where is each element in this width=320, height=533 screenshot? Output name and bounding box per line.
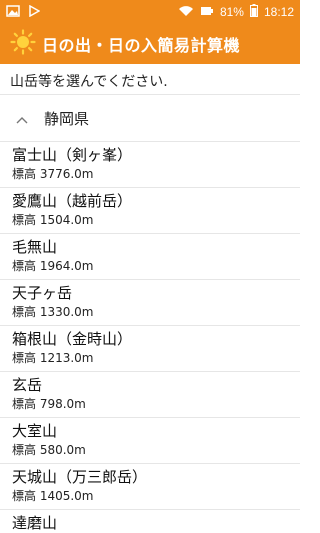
battery-icon: [249, 4, 258, 20]
mountain-elevation: 標高 1405.0m: [12, 489, 94, 503]
mountain-elevation: 標高 798.0m: [12, 397, 86, 411]
mountain-elevation: 標高 1964.0m: [12, 259, 94, 273]
mountain-list-screen[interactable]: 山岳等を選んでください. 静岡県 富士山（剣ヶ峯） 標高 3776.0m 愛鷹山…: [0, 64, 300, 533]
battery-level: 81%: [219, 5, 244, 19]
mountain-name: 天城山（万三郎岳）: [12, 468, 148, 486]
status-bar: 81% 18:12: [0, 0, 300, 24]
list-item[interactable]: 箱根山（金時山） 標高 1213.0m: [0, 326, 300, 372]
list-item[interactable]: 達磨山: [0, 510, 300, 533]
mountain-name: 玄岳: [12, 376, 43, 394]
app-bar: 日の出・日の入簡易計算機: [0, 24, 300, 64]
section-label: 静岡県: [44, 109, 90, 128]
section-header-shizuoka[interactable]: 静岡県: [0, 94, 300, 142]
image-icon: [6, 4, 20, 20]
mountain-name: 愛鷹山（越前岳）: [12, 192, 133, 210]
mountain-elevation: 標高 1213.0m: [12, 351, 94, 365]
mountain-name: 富士山（剣ヶ峯）: [12, 146, 133, 164]
wifi-icon: [178, 5, 194, 20]
clock: 18:12: [263, 5, 294, 19]
mountain-elevation: 標高 580.0m: [12, 443, 86, 457]
list-item[interactable]: 富士山（剣ヶ峯） 標高 3776.0m: [0, 142, 300, 188]
signal-icon: [200, 5, 214, 20]
instruction-text: 山岳等を選んでください.: [10, 74, 168, 90]
status-right: 81% 18:12: [178, 4, 294, 20]
app-title: 日の出・日の入簡易計算機: [42, 36, 241, 55]
list-item[interactable]: 愛鷹山（越前岳） 標高 1504.0m: [0, 188, 300, 234]
list-item[interactable]: 大室山 標高 580.0m: [0, 418, 300, 464]
mountain-elevation: 標高 3776.0m: [12, 167, 94, 181]
mountain-name: 大室山: [12, 422, 58, 440]
mountain-list: 富士山（剣ヶ峯） 標高 3776.0m 愛鷹山（越前岳） 標高 1504.0m …: [0, 142, 300, 533]
chevron-up-icon: [16, 109, 28, 128]
play-store-icon: [28, 4, 41, 20]
list-item[interactable]: 天城山（万三郎岳） 標高 1405.0m: [0, 464, 300, 510]
mountain-elevation: 標高 1504.0m: [12, 213, 94, 227]
list-item[interactable]: 天子ヶ岳 標高 1330.0m: [0, 280, 300, 326]
status-left: [6, 4, 41, 20]
mountain-name: 毛無山: [12, 238, 58, 256]
mountain-elevation: 標高 1330.0m: [12, 305, 94, 319]
mountain-name: 天子ヶ岳: [12, 284, 73, 302]
mountain-name: 達磨山: [12, 514, 58, 532]
mountain-name: 箱根山（金時山）: [12, 330, 133, 348]
sun-icon: [10, 29, 36, 59]
list-item[interactable]: 毛無山 標高 1964.0m: [0, 234, 300, 280]
list-item[interactable]: 玄岳 標高 798.0m: [0, 372, 300, 418]
